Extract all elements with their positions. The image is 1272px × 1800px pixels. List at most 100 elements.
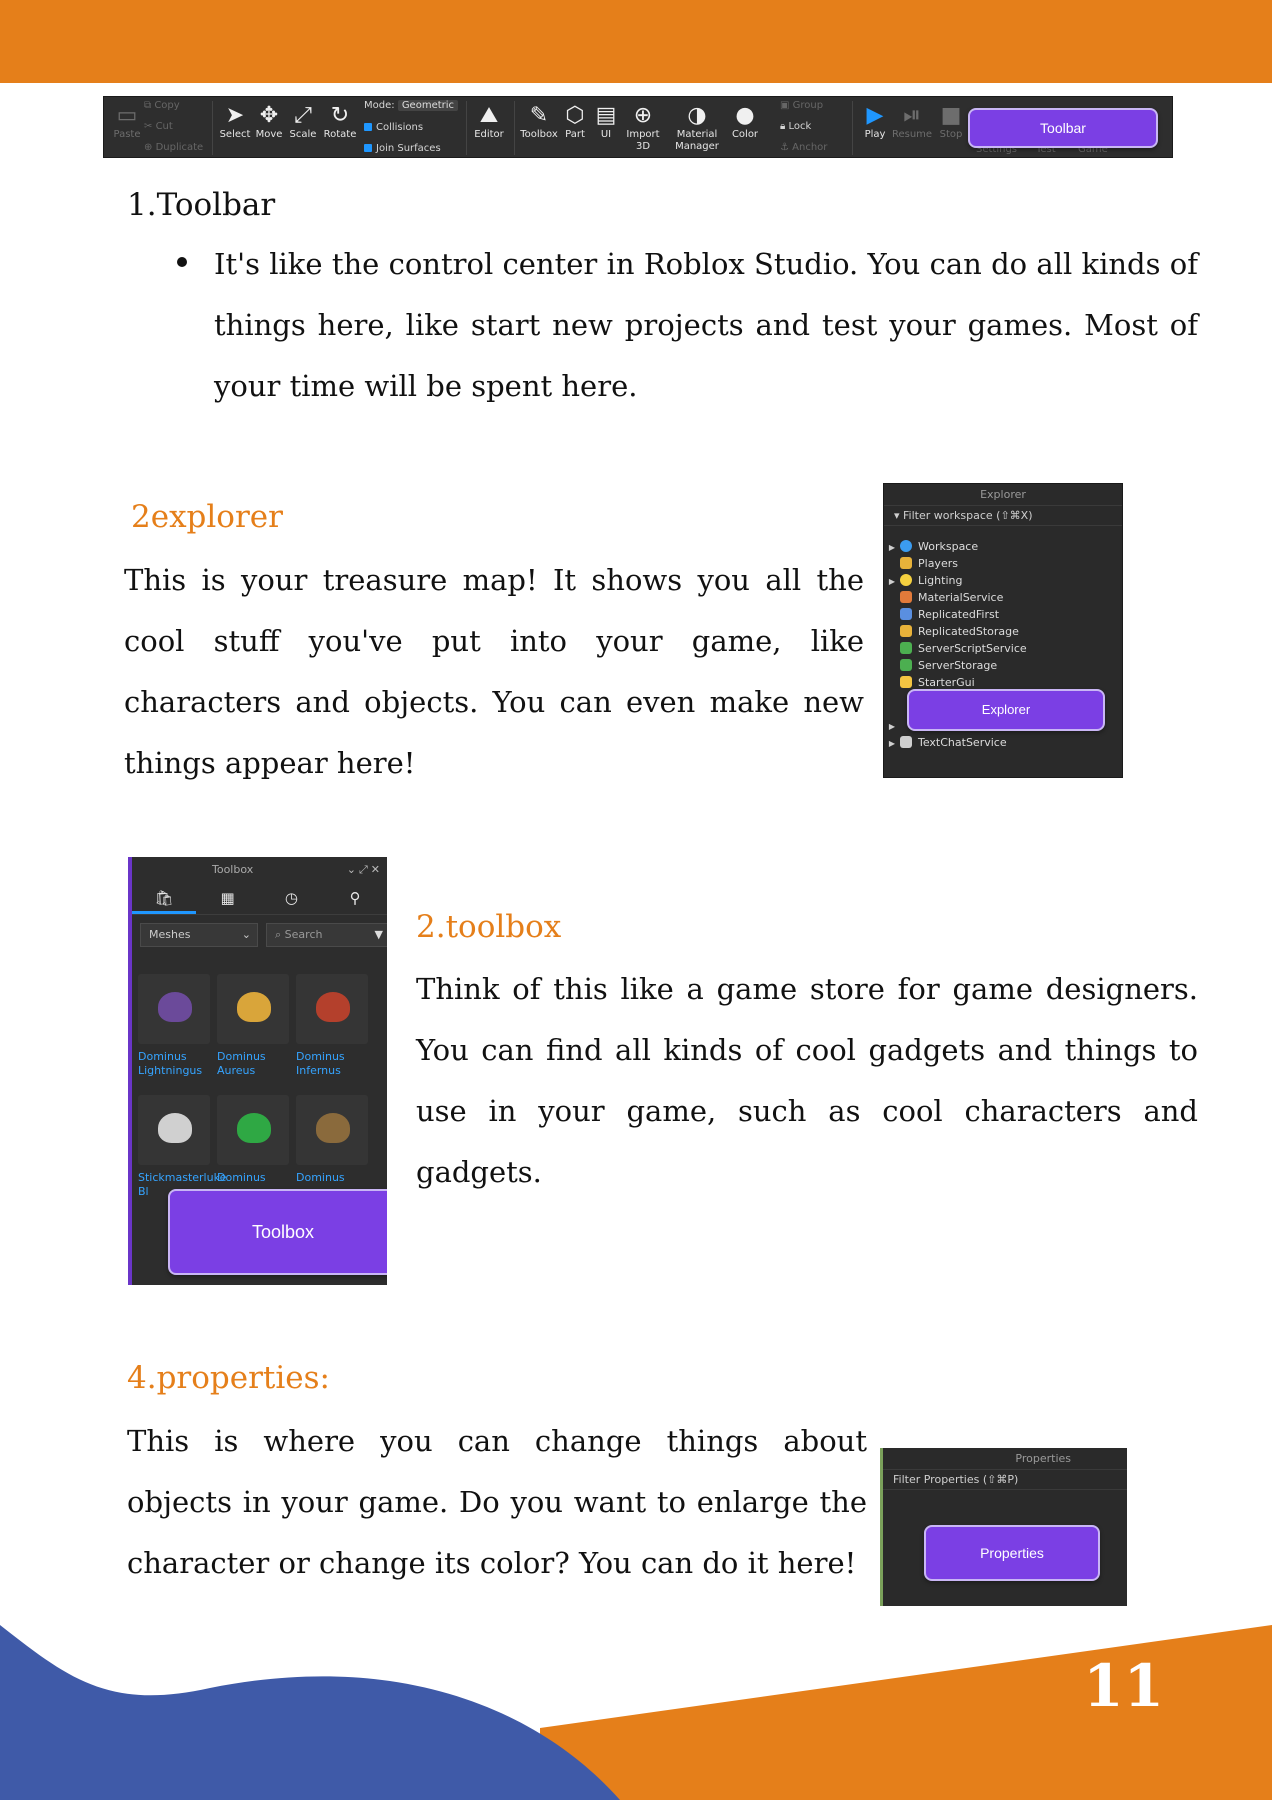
- rotate-tool: ↻ Rotate: [321, 103, 359, 141]
- resume-button: ⏯ Resume: [891, 103, 933, 140]
- checkbox-icon: [364, 144, 372, 152]
- paste-icon: ▭: [116, 103, 138, 128]
- properties-filter: Filter Properties (⇧⌘P): [883, 1470, 1127, 1490]
- duplicate-label: ⊕ Duplicate: [144, 142, 204, 153]
- separator: [466, 101, 467, 155]
- server-script-service-icon: [900, 642, 912, 654]
- ui-icon: ▤: [595, 103, 617, 128]
- section1-bullet-text: It's like the control center in Roblox S…: [214, 247, 1198, 403]
- explorer-item: ReplicatedStorage: [884, 623, 1019, 640]
- lightbulb-icon: [900, 574, 912, 586]
- cursor-icon: ➤: [225, 103, 245, 128]
- join-surfaces-toggle: Join Surfaces: [364, 143, 441, 154]
- bullet-point: [177, 257, 187, 267]
- explorer-filter: ▾ Filter workspace (⇧⌘X): [884, 506, 1122, 526]
- filter-icon: ▼: [374, 928, 383, 941]
- ui-button: ▤ UI: [587, 103, 625, 141]
- rotate-icon: ↻: [330, 103, 350, 128]
- helmet-icon: [316, 1113, 350, 1143]
- cut-label: ✂ Cut: [144, 121, 173, 132]
- group-label: ▣ Group: [780, 100, 824, 111]
- chevron-down-icon: ⌄: [241, 928, 251, 941]
- material-service-icon: [900, 591, 912, 603]
- item-thumbnail: [296, 974, 368, 1044]
- expand-arrow-icon: ▶: [888, 543, 896, 552]
- section1-heading: 1.Toolbar: [127, 187, 276, 223]
- item-thumbnail: [217, 1095, 289, 1165]
- section2-body: This is your treasure map! It shows you …: [124, 563, 864, 780]
- expand-arrow-icon: ▶: [888, 739, 896, 748]
- search-icon: ⌕: [275, 928, 285, 941]
- toolbox-panel-title: Toolbox ⌄⤢✕: [132, 857, 387, 883]
- explorer-panel-title: Explorer: [884, 484, 1122, 506]
- move-tool: ✥ Move: [250, 103, 288, 141]
- toolbox-tabs: 🛍︎ ▦ ◷ ⚲: [132, 883, 387, 915]
- section3-body: Think of this like a game store for game…: [416, 972, 1198, 1189]
- explorer-item: Players: [884, 555, 958, 572]
- toolbox-item: Stickmasterluke Bl: [138, 1095, 226, 1199]
- toolbox-item: Dominus Aureus: [217, 974, 291, 1078]
- page-number: 11: [1083, 1652, 1164, 1720]
- helmet-icon: [237, 1113, 271, 1143]
- section2-heading: 2explorer: [131, 499, 283, 535]
- filter-icon: ▾: [894, 509, 904, 522]
- explorer-item: ▶ Workspace: [884, 538, 978, 555]
- creations-bulb-icon: ⚲: [349, 889, 361, 907]
- select-tool: ➤ Select: [216, 103, 254, 141]
- item-thumbnail: [138, 974, 210, 1044]
- toolbar-callout: Toolbar: [968, 108, 1158, 148]
- expand-arrow-icon: ▶: [888, 722, 896, 731]
- folder-icon: [900, 676, 912, 688]
- separator: [514, 101, 515, 155]
- anchor-label: ⚓︎ Anchor: [780, 142, 828, 153]
- toolbox-search: ⌕ Search ▼: [266, 923, 387, 947]
- helmet-icon: [316, 992, 350, 1022]
- item-thumbnail: [296, 1095, 368, 1165]
- explorer-item: ServerStorage: [884, 657, 997, 674]
- explorer-item: ▶ TextChatService: [884, 734, 1007, 751]
- resume-icon: ⏯: [903, 103, 921, 128]
- mode-selector: Mode: Geometric: [364, 100, 459, 111]
- toolbox-button: ✎ Toolbox: [520, 103, 558, 140]
- expand-arrow-icon: ▶: [888, 577, 896, 586]
- collisions-toggle: Collisions: [364, 122, 423, 133]
- explorer-item: MaterialService: [884, 589, 1003, 606]
- replicated-storage-icon: [900, 625, 912, 637]
- footer-decoration: [0, 1625, 1272, 1800]
- material-manager-button: ◑ Material Manager: [675, 103, 719, 152]
- explorer-screenshot: Explorer ▾ Filter workspace (⇧⌘X) ▶ Works…: [883, 483, 1123, 778]
- paste-button: ▭ Paste: [108, 103, 146, 141]
- globe-icon: ⊕: [633, 103, 653, 128]
- helmet-icon: [158, 1113, 192, 1143]
- marketplace-bag-icon: 🛍︎: [132, 883, 196, 914]
- server-storage-icon: [900, 659, 912, 671]
- explorer-item: ▶ Lighting: [884, 572, 962, 589]
- players-icon: [900, 557, 912, 569]
- item-thumbnail: [217, 974, 289, 1044]
- helmet-icon: [237, 992, 271, 1022]
- stop-button: ■ Stop: [932, 103, 970, 141]
- section3-heading: 2.toolbox: [416, 909, 562, 945]
- item-thumbnail: [138, 1095, 210, 1165]
- replicated-first-icon: [900, 608, 912, 620]
- workspace-icon: [900, 540, 912, 552]
- top-orange-band: [0, 0, 1272, 83]
- helmet-icon: [158, 992, 192, 1022]
- editor-button: ⛰ Editor: [470, 103, 508, 141]
- studio-toolbar-screenshot: ▭ Paste ⧉ Copy ✂ Cut ⊕ Duplicate ➤ Selec…: [103, 96, 1173, 158]
- separator: [852, 101, 853, 155]
- section4-body: This is where you can change things abou…: [127, 1424, 867, 1580]
- toolbox-item: Dominus: [296, 1095, 370, 1185]
- footer-blue-wave: [0, 1625, 620, 1800]
- toolbox-filters: Meshes ⌄ ⌕ Search ▼: [132, 915, 387, 955]
- toolbox-item: Dominus Lightningus: [138, 974, 212, 1078]
- terrain-editor-icon: ⛰: [479, 103, 499, 128]
- explorer-item: ReplicatedFirst: [884, 606, 999, 623]
- import-3d-button: ⊕ Import 3D: [624, 103, 662, 153]
- properties-callout: Properties: [924, 1525, 1100, 1581]
- explorer-item: ServerScriptService: [884, 640, 1027, 657]
- toolbox-item: Dominus Infernus: [296, 974, 370, 1078]
- section4-heading: 4.properties:: [127, 1360, 330, 1396]
- color-icon: ●: [735, 103, 755, 128]
- lock-label: 🔒︎ Lock: [780, 121, 812, 132]
